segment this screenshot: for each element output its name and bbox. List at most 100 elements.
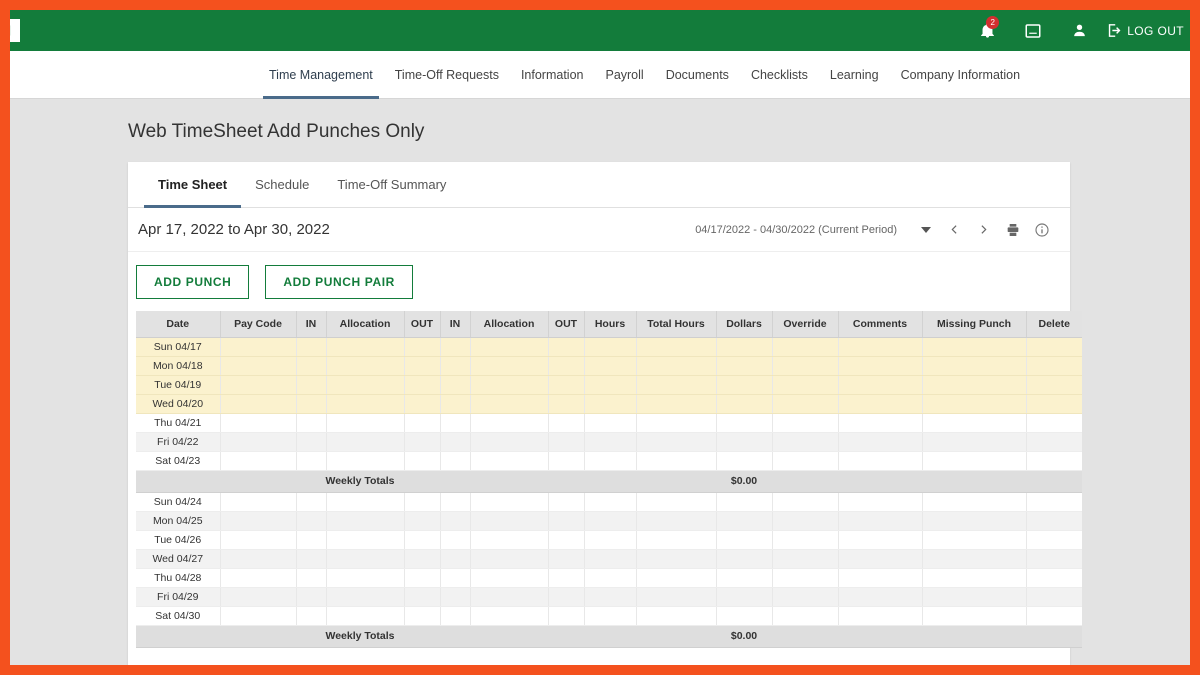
col-total-hours[interactable]: Total Hours bbox=[636, 311, 717, 338]
nav-item-time-management[interactable]: Time Management bbox=[258, 51, 384, 99]
cell-in-2[interactable] bbox=[440, 511, 471, 531]
cell-override[interactable] bbox=[772, 413, 839, 433]
logout-button[interactable]: LOG OUT bbox=[1106, 22, 1190, 39]
cell-in-2[interactable] bbox=[440, 413, 471, 433]
cell-override[interactable] bbox=[772, 394, 839, 414]
cell-out-2[interactable] bbox=[548, 568, 585, 588]
col-allocation-1[interactable]: Allocation bbox=[326, 311, 405, 338]
col-in-2[interactable]: IN bbox=[440, 311, 471, 338]
cell-allocation-1[interactable] bbox=[326, 568, 405, 588]
cell-out-2[interactable] bbox=[548, 356, 585, 376]
cell-in-1[interactable] bbox=[296, 511, 327, 531]
cell-out-1[interactable] bbox=[404, 375, 441, 395]
cell-allocation-1[interactable] bbox=[326, 432, 405, 452]
cell-allocation-2[interactable] bbox=[470, 549, 549, 569]
cell-out-1[interactable] bbox=[404, 356, 441, 376]
cell-in-1[interactable] bbox=[296, 413, 327, 433]
cell-allocation-2[interactable] bbox=[470, 375, 549, 395]
cell-allocation-2[interactable] bbox=[470, 606, 549, 626]
cell-out-2[interactable] bbox=[548, 375, 585, 395]
table-row[interactable]: Fri 04/22 bbox=[136, 432, 1082, 452]
cell-comments[interactable] bbox=[838, 413, 923, 433]
cell-in-1[interactable] bbox=[296, 549, 327, 569]
tab-time-sheet[interactable]: Time Sheet bbox=[144, 162, 242, 208]
table-row[interactable]: Tue 04/26 bbox=[136, 530, 1082, 550]
nav-item-time-off-requests[interactable]: Time-Off Requests bbox=[384, 51, 510, 99]
col-date[interactable]: Date bbox=[136, 311, 221, 338]
cell-in-2[interactable] bbox=[440, 356, 471, 376]
cell-out-2[interactable] bbox=[548, 511, 585, 531]
cell-override[interactable] bbox=[772, 530, 839, 550]
cell-in-2[interactable] bbox=[440, 530, 471, 550]
info-button[interactable] bbox=[1027, 215, 1056, 245]
cell-delete[interactable] bbox=[1026, 530, 1082, 550]
cell-out-1[interactable] bbox=[404, 451, 441, 471]
cell-comments[interactable] bbox=[838, 568, 923, 588]
cell-allocation-2[interactable] bbox=[470, 413, 549, 433]
cell-pay-code[interactable] bbox=[220, 549, 297, 569]
cell-out-2[interactable] bbox=[548, 337, 585, 357]
cell-pay-code[interactable] bbox=[220, 356, 297, 376]
cell-in-2[interactable] bbox=[440, 549, 471, 569]
previous-period-button[interactable] bbox=[940, 215, 969, 245]
col-hours[interactable]: Hours bbox=[584, 311, 637, 338]
cell-out-2[interactable] bbox=[548, 413, 585, 433]
cell-in-2[interactable] bbox=[440, 394, 471, 414]
cell-out-1[interactable] bbox=[404, 492, 441, 512]
nav-item-company-information[interactable]: Company Information bbox=[890, 51, 1032, 99]
cell-override[interactable] bbox=[772, 492, 839, 512]
add-punch-button[interactable]: ADD PUNCH bbox=[136, 265, 250, 299]
profile-button[interactable] bbox=[1056, 10, 1102, 51]
cell-pay-code[interactable] bbox=[220, 394, 297, 414]
cell-in-2[interactable] bbox=[440, 568, 471, 588]
cell-out-2[interactable] bbox=[548, 606, 585, 626]
cell-comments[interactable] bbox=[838, 356, 923, 376]
cell-delete[interactable] bbox=[1026, 394, 1082, 414]
cell-in-2[interactable] bbox=[440, 451, 471, 471]
messages-button[interactable] bbox=[1010, 10, 1056, 51]
cell-pay-code[interactable] bbox=[220, 492, 297, 512]
cell-allocation-2[interactable] bbox=[470, 394, 549, 414]
cell-in-1[interactable] bbox=[296, 587, 327, 607]
cell-delete[interactable] bbox=[1026, 375, 1082, 395]
cell-in-2[interactable] bbox=[440, 375, 471, 395]
cell-pay-code[interactable] bbox=[220, 432, 297, 452]
cell-out-1[interactable] bbox=[404, 530, 441, 550]
nav-item-checklists[interactable]: Checklists bbox=[740, 51, 819, 99]
cell-in-1[interactable] bbox=[296, 568, 327, 588]
cell-pay-code[interactable] bbox=[220, 337, 297, 357]
cell-in-2[interactable] bbox=[440, 337, 471, 357]
cell-delete[interactable] bbox=[1026, 606, 1082, 626]
cell-override[interactable] bbox=[772, 549, 839, 569]
cell-in-1[interactable] bbox=[296, 492, 327, 512]
cell-delete[interactable] bbox=[1026, 356, 1082, 376]
col-out-1[interactable]: OUT bbox=[404, 311, 441, 338]
cell-in-1[interactable] bbox=[296, 432, 327, 452]
cell-allocation-2[interactable] bbox=[470, 356, 549, 376]
cell-out-2[interactable] bbox=[548, 549, 585, 569]
col-pay-code[interactable]: Pay Code bbox=[220, 311, 297, 338]
cell-allocation-2[interactable] bbox=[470, 432, 549, 452]
cell-override[interactable] bbox=[772, 375, 839, 395]
table-row[interactable]: Wed 04/27 bbox=[136, 549, 1082, 569]
cell-out-1[interactable] bbox=[404, 587, 441, 607]
table-row[interactable]: Thu 04/21 bbox=[136, 413, 1082, 433]
table-row[interactable]: Sat 04/23 bbox=[136, 451, 1082, 471]
cell-delete[interactable] bbox=[1026, 587, 1082, 607]
cell-pay-code[interactable] bbox=[220, 587, 297, 607]
cell-comments[interactable] bbox=[838, 394, 923, 414]
cell-allocation-1[interactable] bbox=[326, 549, 405, 569]
tab-schedule[interactable]: Schedule bbox=[241, 162, 323, 208]
col-override[interactable]: Override bbox=[772, 311, 839, 338]
cell-comments[interactable] bbox=[838, 511, 923, 531]
col-dollars[interactable]: Dollars bbox=[716, 311, 773, 338]
cell-pay-code[interactable] bbox=[220, 511, 297, 531]
cell-override[interactable] bbox=[772, 606, 839, 626]
nav-item-payroll[interactable]: Payroll bbox=[594, 51, 654, 99]
cell-out-2[interactable] bbox=[548, 394, 585, 414]
add-punch-pair-button[interactable]: ADD PUNCH PAIR bbox=[265, 265, 413, 299]
nav-item-documents[interactable]: Documents bbox=[655, 51, 740, 99]
cell-override[interactable] bbox=[772, 432, 839, 452]
cell-in-1[interactable] bbox=[296, 530, 327, 550]
col-in-1[interactable]: IN bbox=[296, 311, 327, 338]
